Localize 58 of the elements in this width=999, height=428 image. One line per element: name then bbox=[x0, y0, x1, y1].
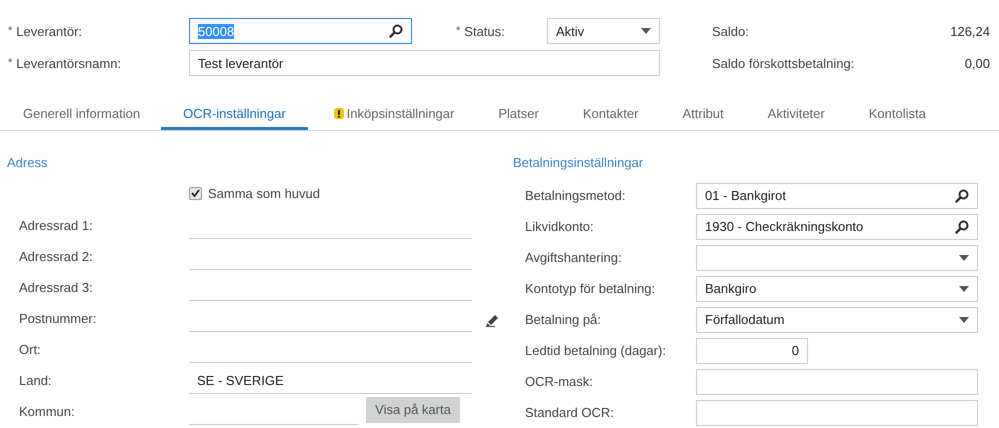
caret-icon[interactable] bbox=[959, 254, 969, 260]
tab[interactable]: Aktiviteter bbox=[746, 100, 847, 130]
field-label: Likvidkonto: bbox=[525, 219, 595, 234]
lookup-field[interactable]: 50008 bbox=[189, 18, 412, 44]
field-label: Betalning på: bbox=[525, 312, 602, 327]
field-label: Ort: bbox=[19, 342, 42, 357]
dropdown-field[interactable]: Aktiv bbox=[547, 18, 660, 44]
required-mark: * bbox=[456, 25, 460, 37]
number-field[interactable]: 0 bbox=[696, 338, 808, 364]
caret-icon[interactable] bbox=[959, 286, 969, 292]
required-mark: * bbox=[8, 25, 12, 37]
check-icon bbox=[191, 189, 200, 197]
tab[interactable]: Kontolista bbox=[846, 100, 948, 130]
summary-label: Saldo förskottsbetalning: bbox=[712, 56, 856, 70]
field-label: Ledtid betalning (dagar): bbox=[525, 343, 667, 358]
caret-icon[interactable] bbox=[641, 28, 651, 34]
required-mark: * bbox=[8, 57, 12, 69]
section-title: Betalningsinställningar bbox=[513, 154, 644, 172]
lookup-field[interactable]: 1930 - Checkräkningskonto bbox=[696, 214, 978, 240]
text-field[interactable] bbox=[696, 368, 978, 394]
field-label: Betalningsmetod: bbox=[525, 188, 626, 203]
field-label: Kontotyp för betalning: bbox=[525, 281, 656, 296]
field-label: Adressrad 2: bbox=[19, 249, 94, 264]
tab[interactable]: Platser bbox=[476, 100, 561, 130]
field-label: Leverantörsnamn: bbox=[16, 56, 122, 70]
field-label: Standard OCR: bbox=[525, 405, 615, 420]
field-label: Avgiftshantering: bbox=[525, 250, 623, 265]
field-label: OCR-mask: bbox=[525, 374, 594, 389]
search-icon[interactable] bbox=[955, 220, 969, 234]
text-field[interactable]: SE - SVERIGE bbox=[189, 368, 472, 394]
search-icon[interactable] bbox=[389, 24, 403, 38]
tab[interactable]: Generell information bbox=[0, 100, 162, 130]
map-button[interactable]: Visa på karta bbox=[366, 396, 460, 422]
summary-value: 126,24 bbox=[950, 24, 990, 38]
field-label: Adressrad 3: bbox=[19, 280, 94, 295]
tab[interactable]: Inköpsinställningar bbox=[308, 100, 476, 130]
lookup-field[interactable]: 01 - Bankgirot bbox=[696, 182, 978, 208]
dropdown-field[interactable]: Förfallodatum bbox=[696, 306, 978, 332]
dropdown-field[interactable]: Bankgiro bbox=[696, 276, 978, 302]
summary-label: Saldo: bbox=[712, 24, 750, 38]
field-label: Land: bbox=[19, 373, 53, 388]
tab[interactable]: Attribut bbox=[660, 100, 746, 130]
checkbox-label: Samma som huvud bbox=[208, 186, 320, 200]
text-field[interactable]: Test leverantör bbox=[189, 50, 660, 76]
section-title: Adress bbox=[7, 154, 48, 172]
checkbox[interactable] bbox=[189, 186, 202, 200]
tab[interactable]: Kontakter bbox=[560, 100, 660, 130]
tab[interactable]: OCR-inställningar bbox=[161, 100, 308, 130]
field-label: Kommun: bbox=[19, 404, 76, 419]
summary-value: 0,00 bbox=[964, 56, 990, 70]
field-label: Postnummer: bbox=[19, 311, 98, 326]
field-label: Leverantör: bbox=[16, 24, 82, 38]
caret-icon[interactable] bbox=[959, 316, 969, 322]
text-field[interactable] bbox=[696, 400, 978, 426]
field-label: Adressrad 1: bbox=[19, 218, 94, 233]
search-icon[interactable] bbox=[955, 188, 969, 202]
dropdown-field[interactable] bbox=[696, 244, 978, 270]
field-label: Status: bbox=[464, 24, 505, 38]
